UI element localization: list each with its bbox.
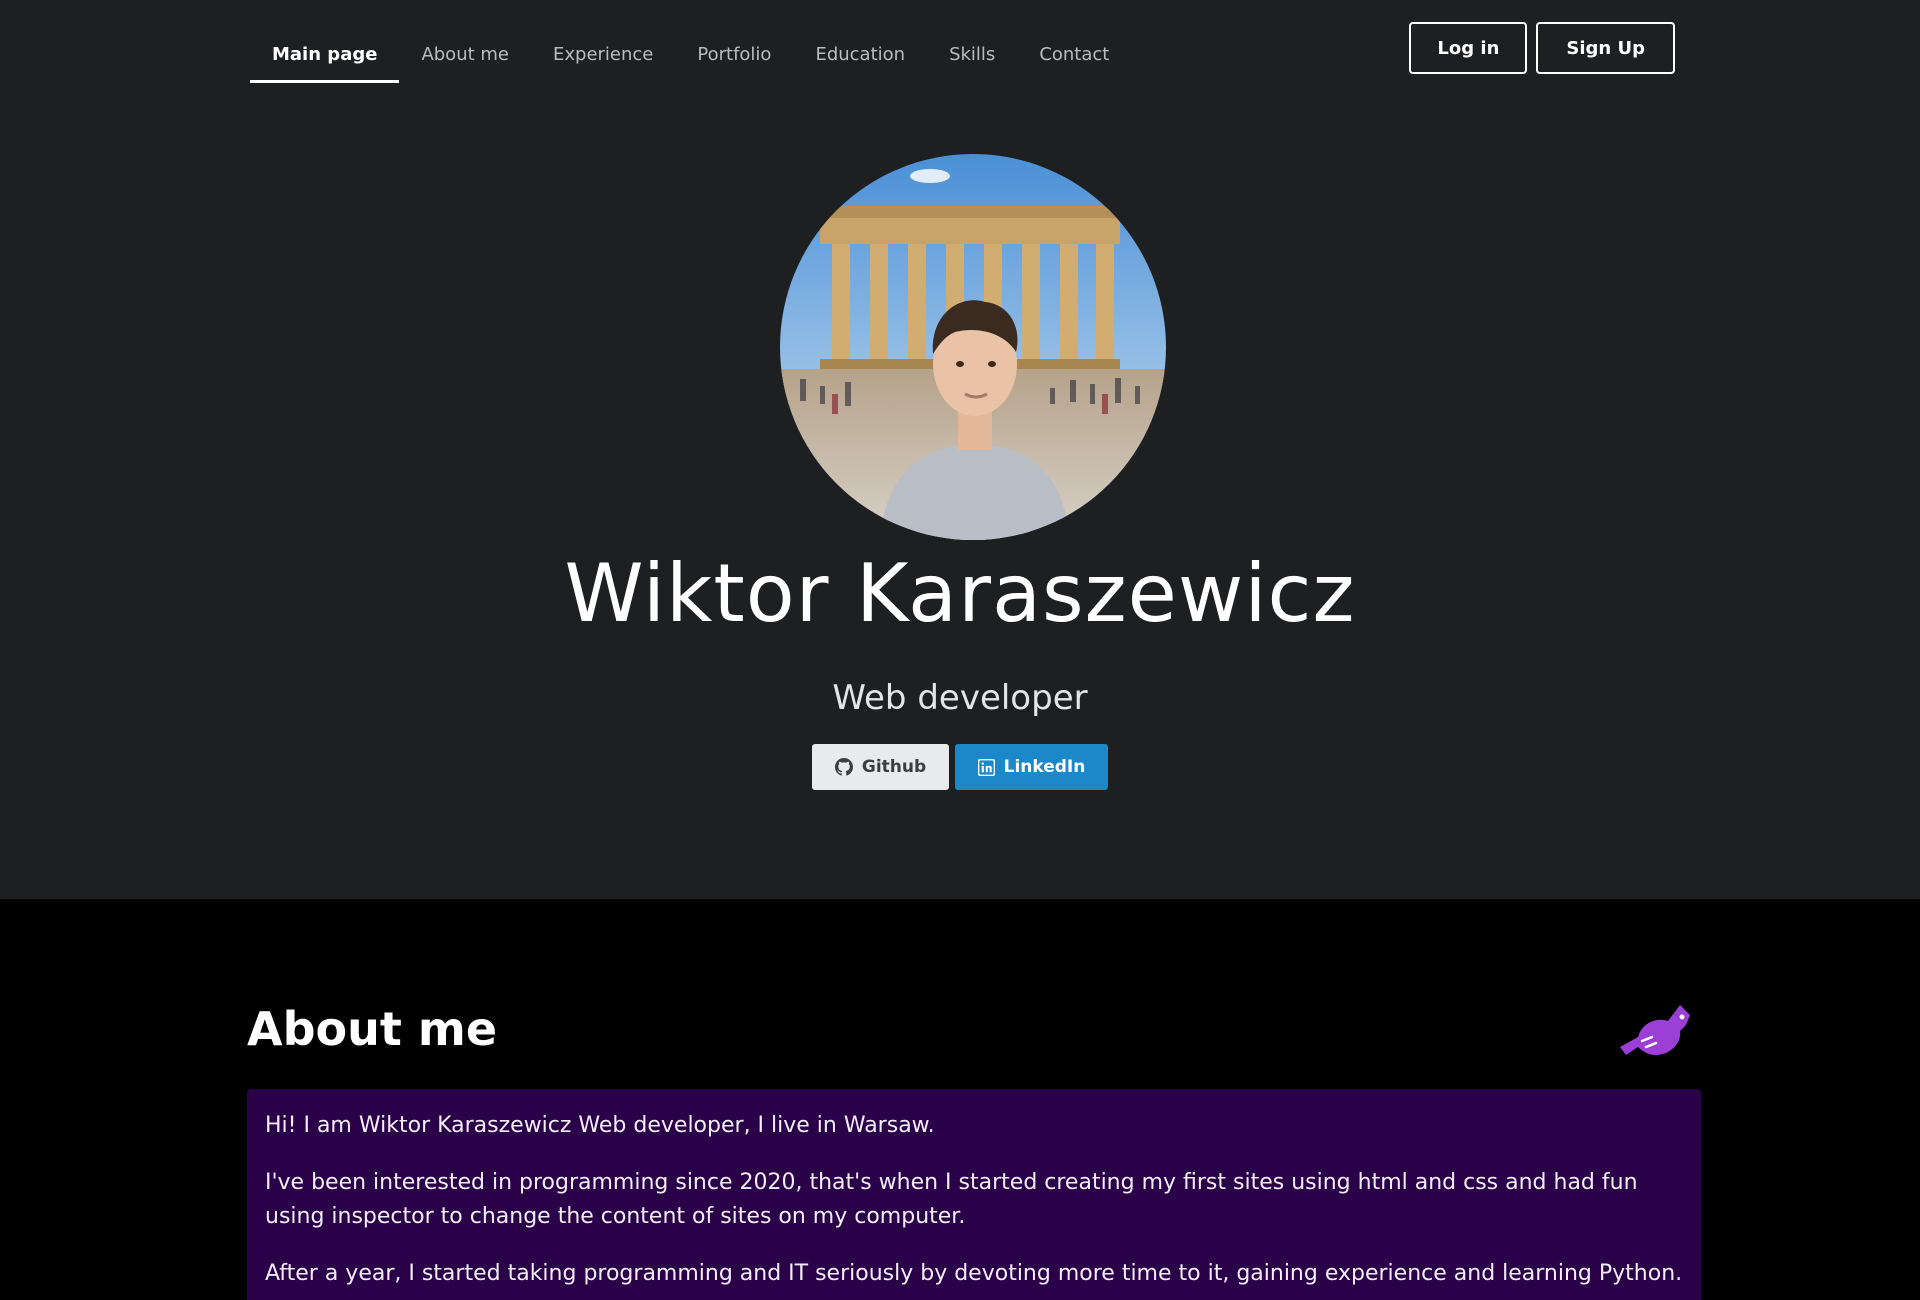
top-navbar: Main page About me Experience Portfolio … <box>0 0 1920 100</box>
profile-avatar <box>780 154 1166 540</box>
hero-role: Web developer <box>832 678 1088 718</box>
about-paragraph: Hi! I am Wiktor Karaszewicz Web develope… <box>265 1113 935 1138</box>
main-nav: Main page About me Experience Portfolio … <box>250 30 1131 84</box>
about-paragraph: I've been interested in programming sinc… <box>265 1170 1638 1229</box>
hero-section: Wiktor Karaszewicz Web developer Github … <box>0 100 1920 899</box>
nav-item-experience[interactable]: Experience <box>531 30 675 83</box>
about-paragraph: After a year, I started taking programmi… <box>265 1261 1683 1286</box>
auth-buttons: Log in Sign Up <box>1409 22 1675 74</box>
about-text-box: Hi! I am Wiktor Karaszewicz Web develope… <box>247 1089 1701 1300</box>
github-icon <box>834 758 853 776</box>
nav-item-skills[interactable]: Skills <box>927 30 1017 83</box>
about-section: About me Hi! I am Wiktor Karaszewicz Web… <box>0 899 1920 1300</box>
nav-item-about-me[interactable]: About me <box>399 30 531 83</box>
nav-item-education[interactable]: Education <box>793 30 927 83</box>
github-button[interactable]: Github <box>812 744 949 790</box>
nav-item-portfolio[interactable]: Portfolio <box>675 30 793 83</box>
linkedin-button[interactable]: LinkedIn <box>955 744 1108 790</box>
linkedin-icon <box>977 758 995 776</box>
github-label: Github <box>861 757 927 777</box>
about-title: About me <box>247 1002 498 1056</box>
hand-pointing-icon <box>1612 997 1692 1061</box>
login-button[interactable]: Log in <box>1409 22 1528 74</box>
profile-photo-illustration <box>780 154 1166 540</box>
nav-item-main-page[interactable]: Main page <box>250 30 400 83</box>
social-links: Github LinkedIn <box>0 744 1920 790</box>
linkedin-label: LinkedIn <box>1003 757 1086 777</box>
nav-item-contact[interactable]: Contact <box>1017 30 1131 83</box>
hero-name: Wiktor Karaszewicz <box>564 547 1356 640</box>
signup-button[interactable]: Sign Up <box>1536 22 1675 74</box>
